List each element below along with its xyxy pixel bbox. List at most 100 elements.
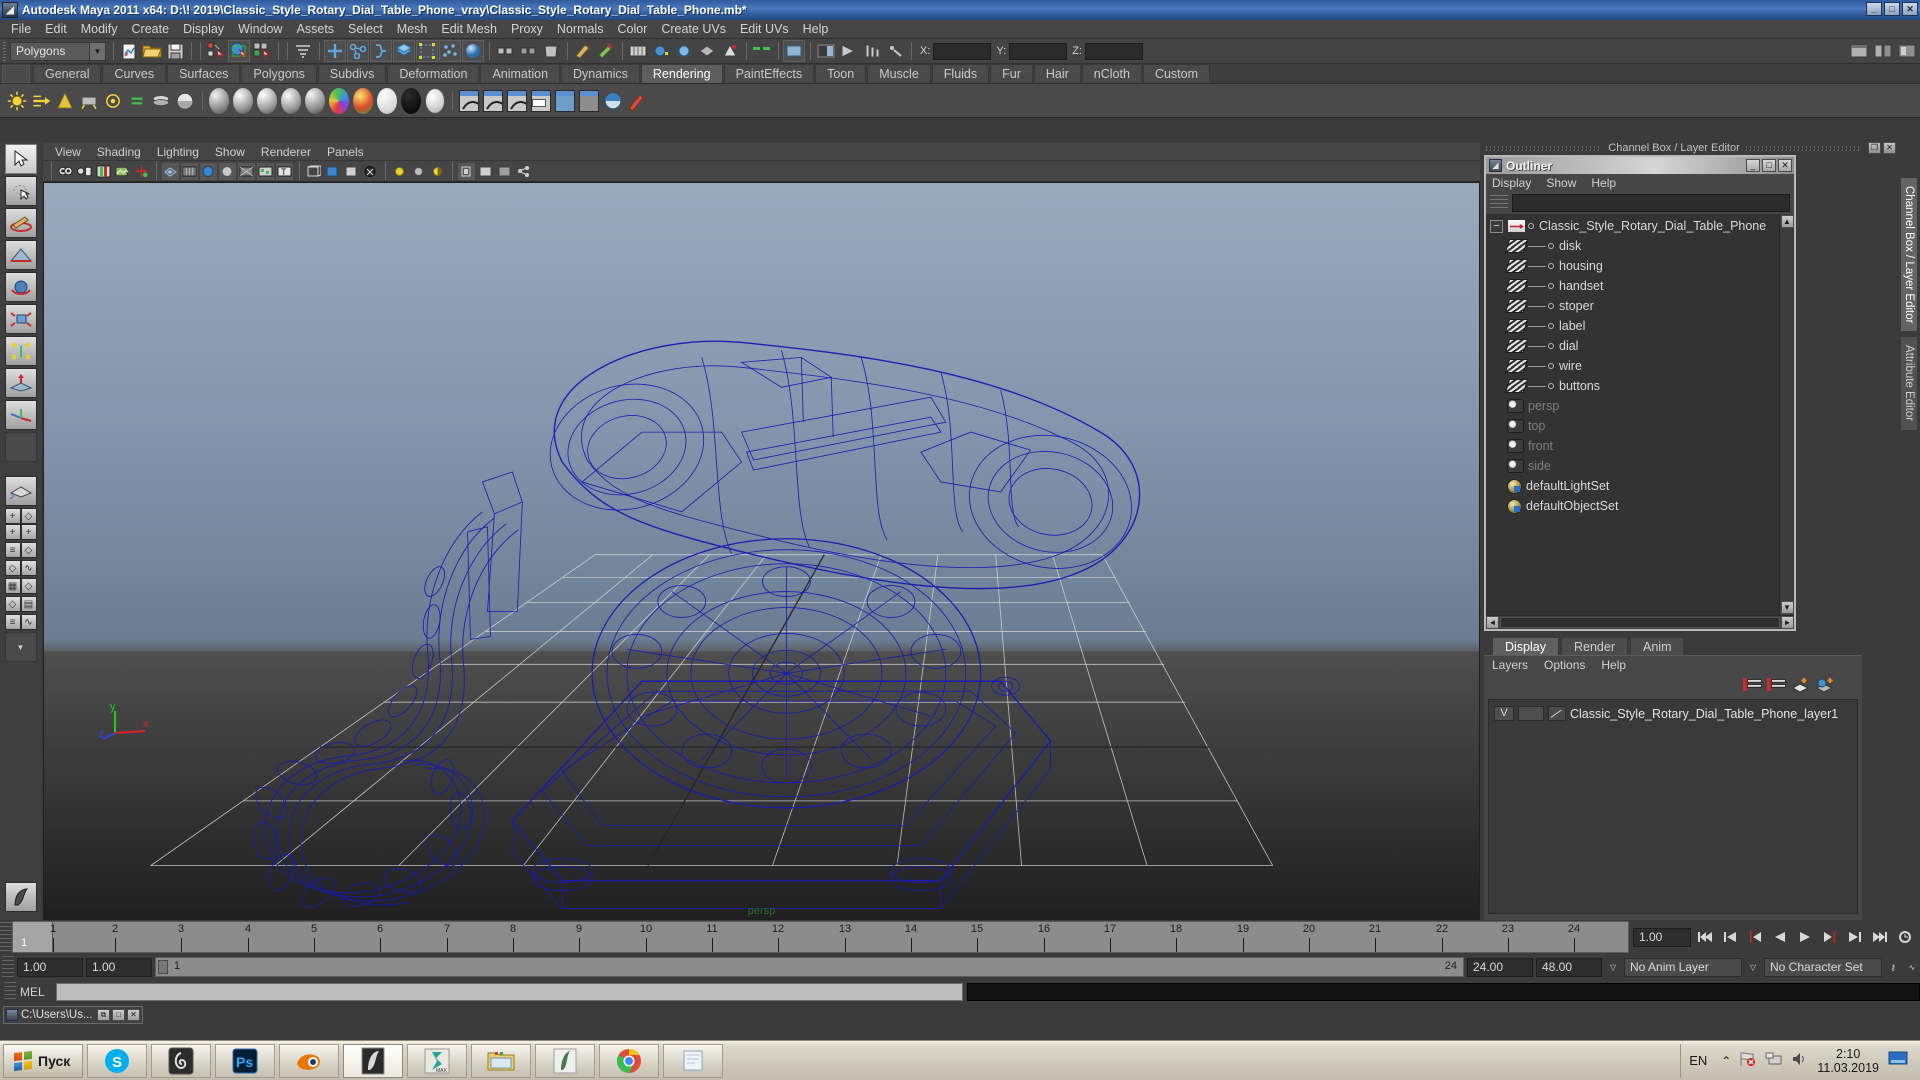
snap-to-view-plane-button[interactable] [393, 40, 415, 62]
menu-proxy[interactable]: Proxy [504, 20, 550, 38]
start-button[interactable]: Пуск [3, 1044, 83, 1078]
close-window-button[interactable]: ✕ [127, 1009, 140, 1021]
shelf-tab-polygons[interactable]: Polygons [241, 64, 316, 83]
time-slider-track[interactable]: 1 1 2 3 4 5 6 7 8 9 10 11 12 13 14 15 16… [12, 921, 1629, 953]
maya-logo-button[interactable] [5, 882, 37, 912]
ipr-render-button[interactable] [696, 40, 718, 62]
construction-history-button[interactable] [416, 40, 438, 62]
outliner-maximize-button[interactable]: □ [1762, 159, 1776, 172]
outliner-row-side[interactable]: side [1486, 456, 1779, 476]
outliner-menu-help[interactable]: Help [1591, 176, 1625, 190]
universal-manipulator-button[interactable] [5, 336, 37, 366]
outliner-tree[interactable]: − Classic_Style_Rotary_Dial_Table_Phone … [1486, 214, 1794, 615]
outliner-minimize-button[interactable]: _ [1746, 159, 1760, 172]
last-tool-button[interactable] [5, 432, 37, 462]
volume-light-icon[interactable] [102, 90, 124, 112]
scroll-down-icon[interactable]: ▼ [1781, 601, 1794, 614]
outliner-row-root[interactable]: − Classic_Style_Rotary_Dial_Table_Phone [1486, 216, 1779, 236]
material-blinn-icon[interactable] [232, 90, 254, 112]
share-viewport-icon[interactable] [515, 163, 532, 180]
maximize-window-button[interactable]: □ [112, 1009, 125, 1021]
panel-menu-show[interactable]: Show [207, 145, 253, 159]
two-pane-layout-button[interactable]: + [5, 508, 21, 524]
taskbar-photoshop-icon[interactable]: Ps [215, 1044, 275, 1078]
select-by-hierarchy-button[interactable] [205, 40, 227, 62]
layer-menu-options[interactable]: Options [1544, 658, 1585, 672]
taskbar-3dsmax-icon[interactable]: MAX [407, 1044, 467, 1078]
toolbar-grip[interactable] [2, 40, 9, 62]
outliner-row-persp[interactable]: persp [1486, 396, 1779, 416]
channelbox-toggle-button[interactable] [838, 40, 860, 62]
outliner-row-front[interactable]: front [1486, 436, 1779, 456]
go-to-end-button[interactable] [1869, 928, 1891, 947]
area-light-icon[interactable] [78, 90, 100, 112]
select-tool-button[interactable] [5, 144, 37, 174]
render-current-frame-icon[interactable] [458, 90, 480, 112]
use-background-icon[interactable] [376, 90, 398, 112]
outliner-row-housing[interactable]: housing [1486, 256, 1779, 276]
persp-graph-layout-button[interactable]: ◇ [5, 560, 21, 576]
shelf-tab-animation[interactable]: Animation [480, 64, 560, 83]
bookmark-icon[interactable] [95, 163, 112, 180]
select-by-component-type-button[interactable] [251, 40, 273, 62]
menu-edit[interactable]: Edit [38, 20, 74, 38]
render-view-button[interactable] [673, 40, 695, 62]
graph-editor-layout-button[interactable]: ∿ [21, 560, 37, 576]
close-button[interactable]: ✕ [1902, 2, 1918, 16]
shelf-tab-subdivs[interactable]: Subdivs [318, 64, 386, 83]
hw-texture-icon[interactable] [362, 163, 379, 180]
outliner-row-handset[interactable]: handset [1486, 276, 1779, 296]
axis-z-field[interactable] [1085, 43, 1143, 60]
dock-drag-handle[interactable] [1486, 144, 1602, 152]
surface-shader-icon[interactable] [352, 90, 374, 112]
persp-layout-button[interactable]: ◇ [21, 508, 37, 524]
layered-shader-icon[interactable] [150, 90, 172, 112]
playback-end-field[interactable]: 24.00 [1467, 958, 1533, 977]
character-set-combo[interactable]: No Character Set [1764, 958, 1882, 977]
flat-shade-icon[interactable] [219, 163, 236, 180]
time-slider-cursor[interactable]: 1 [13, 922, 53, 952]
more-layouts-button[interactable]: ▼ [5, 632, 37, 662]
menu-create[interactable]: Create [125, 20, 177, 38]
shelf-options-box[interactable] [2, 65, 30, 83]
range-slider-grip[interactable] [2, 956, 14, 978]
render-layout-button[interactable]: ◇ [21, 578, 37, 594]
layer-menu-help[interactable]: Help [1601, 658, 1626, 672]
select-by-object-type-button[interactable] [228, 40, 250, 62]
layer-menu-layers[interactable]: Layers [1492, 658, 1528, 672]
move-layer-up-icon[interactable] [1743, 677, 1762, 693]
menu-assets[interactable]: Assets [290, 20, 342, 38]
snap-to-point-button[interactable] [370, 40, 392, 62]
clock[interactable]: 2:10 11.03.2019 [1817, 1047, 1879, 1075]
smooth-shade-all-icon[interactable] [181, 163, 198, 180]
curve-layout-button[interactable]: ≡ [5, 614, 21, 630]
panel-menu-panels[interactable]: Panels [319, 145, 372, 159]
new-layer-icon[interactable] [1791, 677, 1810, 693]
menu-set-selector[interactable]: Polygons ▼ [10, 42, 106, 61]
outliner-search-input[interactable] [1512, 194, 1790, 212]
command-line-grip[interactable] [4, 982, 16, 1002]
dock-drag-handle-right[interactable] [1746, 144, 1862, 152]
shelf-tab-fluids[interactable]: Fluids [932, 64, 989, 83]
animation-preferences-button[interactable] [1894, 928, 1916, 947]
trax-layout-button[interactable]: ▤ [21, 596, 37, 612]
shader-ball-icon[interactable] [174, 90, 196, 112]
material-phonge-icon[interactable] [304, 90, 326, 112]
output-connections-button[interactable] [517, 40, 539, 62]
shelf-tab-curves[interactable]: Curves [102, 64, 166, 83]
xray-joints-icon[interactable] [324, 163, 341, 180]
spot-light-icon[interactable] [54, 90, 76, 112]
scale-tool-button[interactable] [5, 304, 37, 334]
material-lambert-icon[interactable] [208, 90, 230, 112]
single-perspective-layout-button[interactable] [5, 476, 37, 506]
taskbar-krita-icon[interactable] [535, 1044, 595, 1078]
panel-menu-shading[interactable]: Shading [89, 145, 149, 159]
taskbar-chrome-icon[interactable] [599, 1044, 659, 1078]
maximize-button[interactable]: □ [1884, 2, 1900, 16]
outliner-persp-layout-button[interactable]: ≡ [5, 542, 21, 558]
outliner-row-wire[interactable]: wire [1486, 356, 1779, 376]
display-layer-list[interactable]: V Classic_Style_Rotary_Dial_Table_Phone_… [1488, 699, 1858, 914]
lasso-tool-button[interactable] [5, 176, 37, 206]
ramp-shader-icon[interactable] [328, 90, 350, 112]
image-plane-icon[interactable] [114, 163, 131, 180]
